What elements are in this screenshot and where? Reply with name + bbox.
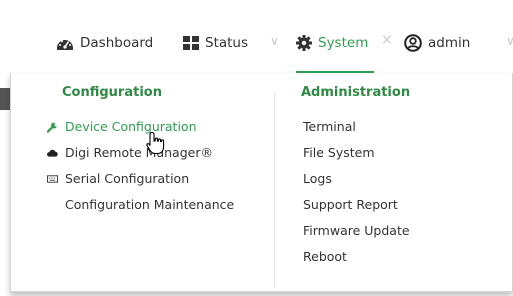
nav-system[interactable]: System [296,31,368,55]
hand-cursor-icon [145,131,167,155]
status-dropdown-chevron-icon[interactable]: ∨ [270,34,279,48]
menu-firmware-update-label: Firmware Update [303,223,410,238]
menu-support-report-label: Support Report [303,197,398,212]
admin-dropdown-chevron-icon[interactable]: ∨ [506,34,513,48]
user-circle-icon [404,34,422,52]
menu-reboot[interactable]: Reboot [303,249,347,264]
menu-file-system-label: File System [303,145,375,160]
menu-firmware-update[interactable]: Firmware Update [303,223,410,238]
menu-file-system[interactable]: File System [303,145,375,160]
administration-heading: Administration [301,85,411,100]
gear-icon [296,35,312,51]
nav-dashboard[interactable]: Dashboard [56,31,153,55]
menu-terminal[interactable]: Terminal [303,119,356,134]
nav-system-label: System [318,35,369,51]
grid-icon [183,36,199,50]
nav-admin[interactable]: admin [404,31,470,55]
menu-serial-configuration[interactable]: Serial Configuration [47,171,189,186]
configuration-heading: Configuration [62,85,162,100]
menu-configuration-maintenance[interactable]: Configuration Maintenance [65,197,234,212]
dashboard-gauge-icon [56,35,74,51]
wrench-icon [47,121,58,133]
keyboard-icon [47,173,58,185]
menu-digi-remote-manager-label: Digi Remote Manager® [65,145,213,160]
menu-digi-remote-manager[interactable]: Digi Remote Manager® [47,145,213,160]
menu-configuration-maintenance-label: Configuration Maintenance [65,197,235,212]
menu-logs[interactable]: Logs [303,171,332,186]
cloud-icon [47,147,58,159]
menu-device-configuration-label: Device Configuration [65,119,197,134]
menu-support-report[interactable]: Support Report [303,197,398,212]
nav-status[interactable]: Status [183,31,248,55]
system-active-underline [296,71,374,73]
menu-terminal-label: Terminal [303,119,356,134]
nav-status-label: Status [205,35,249,51]
nav-admin-label: admin [428,35,471,51]
menu-device-configuration[interactable]: Device Configuration [47,119,197,134]
page-background-strip [0,88,10,110]
column-divider [274,93,275,288]
menu-serial-configuration-label: Serial Configuration [65,171,190,186]
system-dropdown-menu: Configuration Device Configuration Digi … [10,73,513,292]
nav-dashboard-label: Dashboard [80,35,154,51]
menu-reboot-label: Reboot [303,249,347,264]
menu-logs-label: Logs [303,171,332,186]
system-close-icon[interactable]: × [381,32,393,48]
